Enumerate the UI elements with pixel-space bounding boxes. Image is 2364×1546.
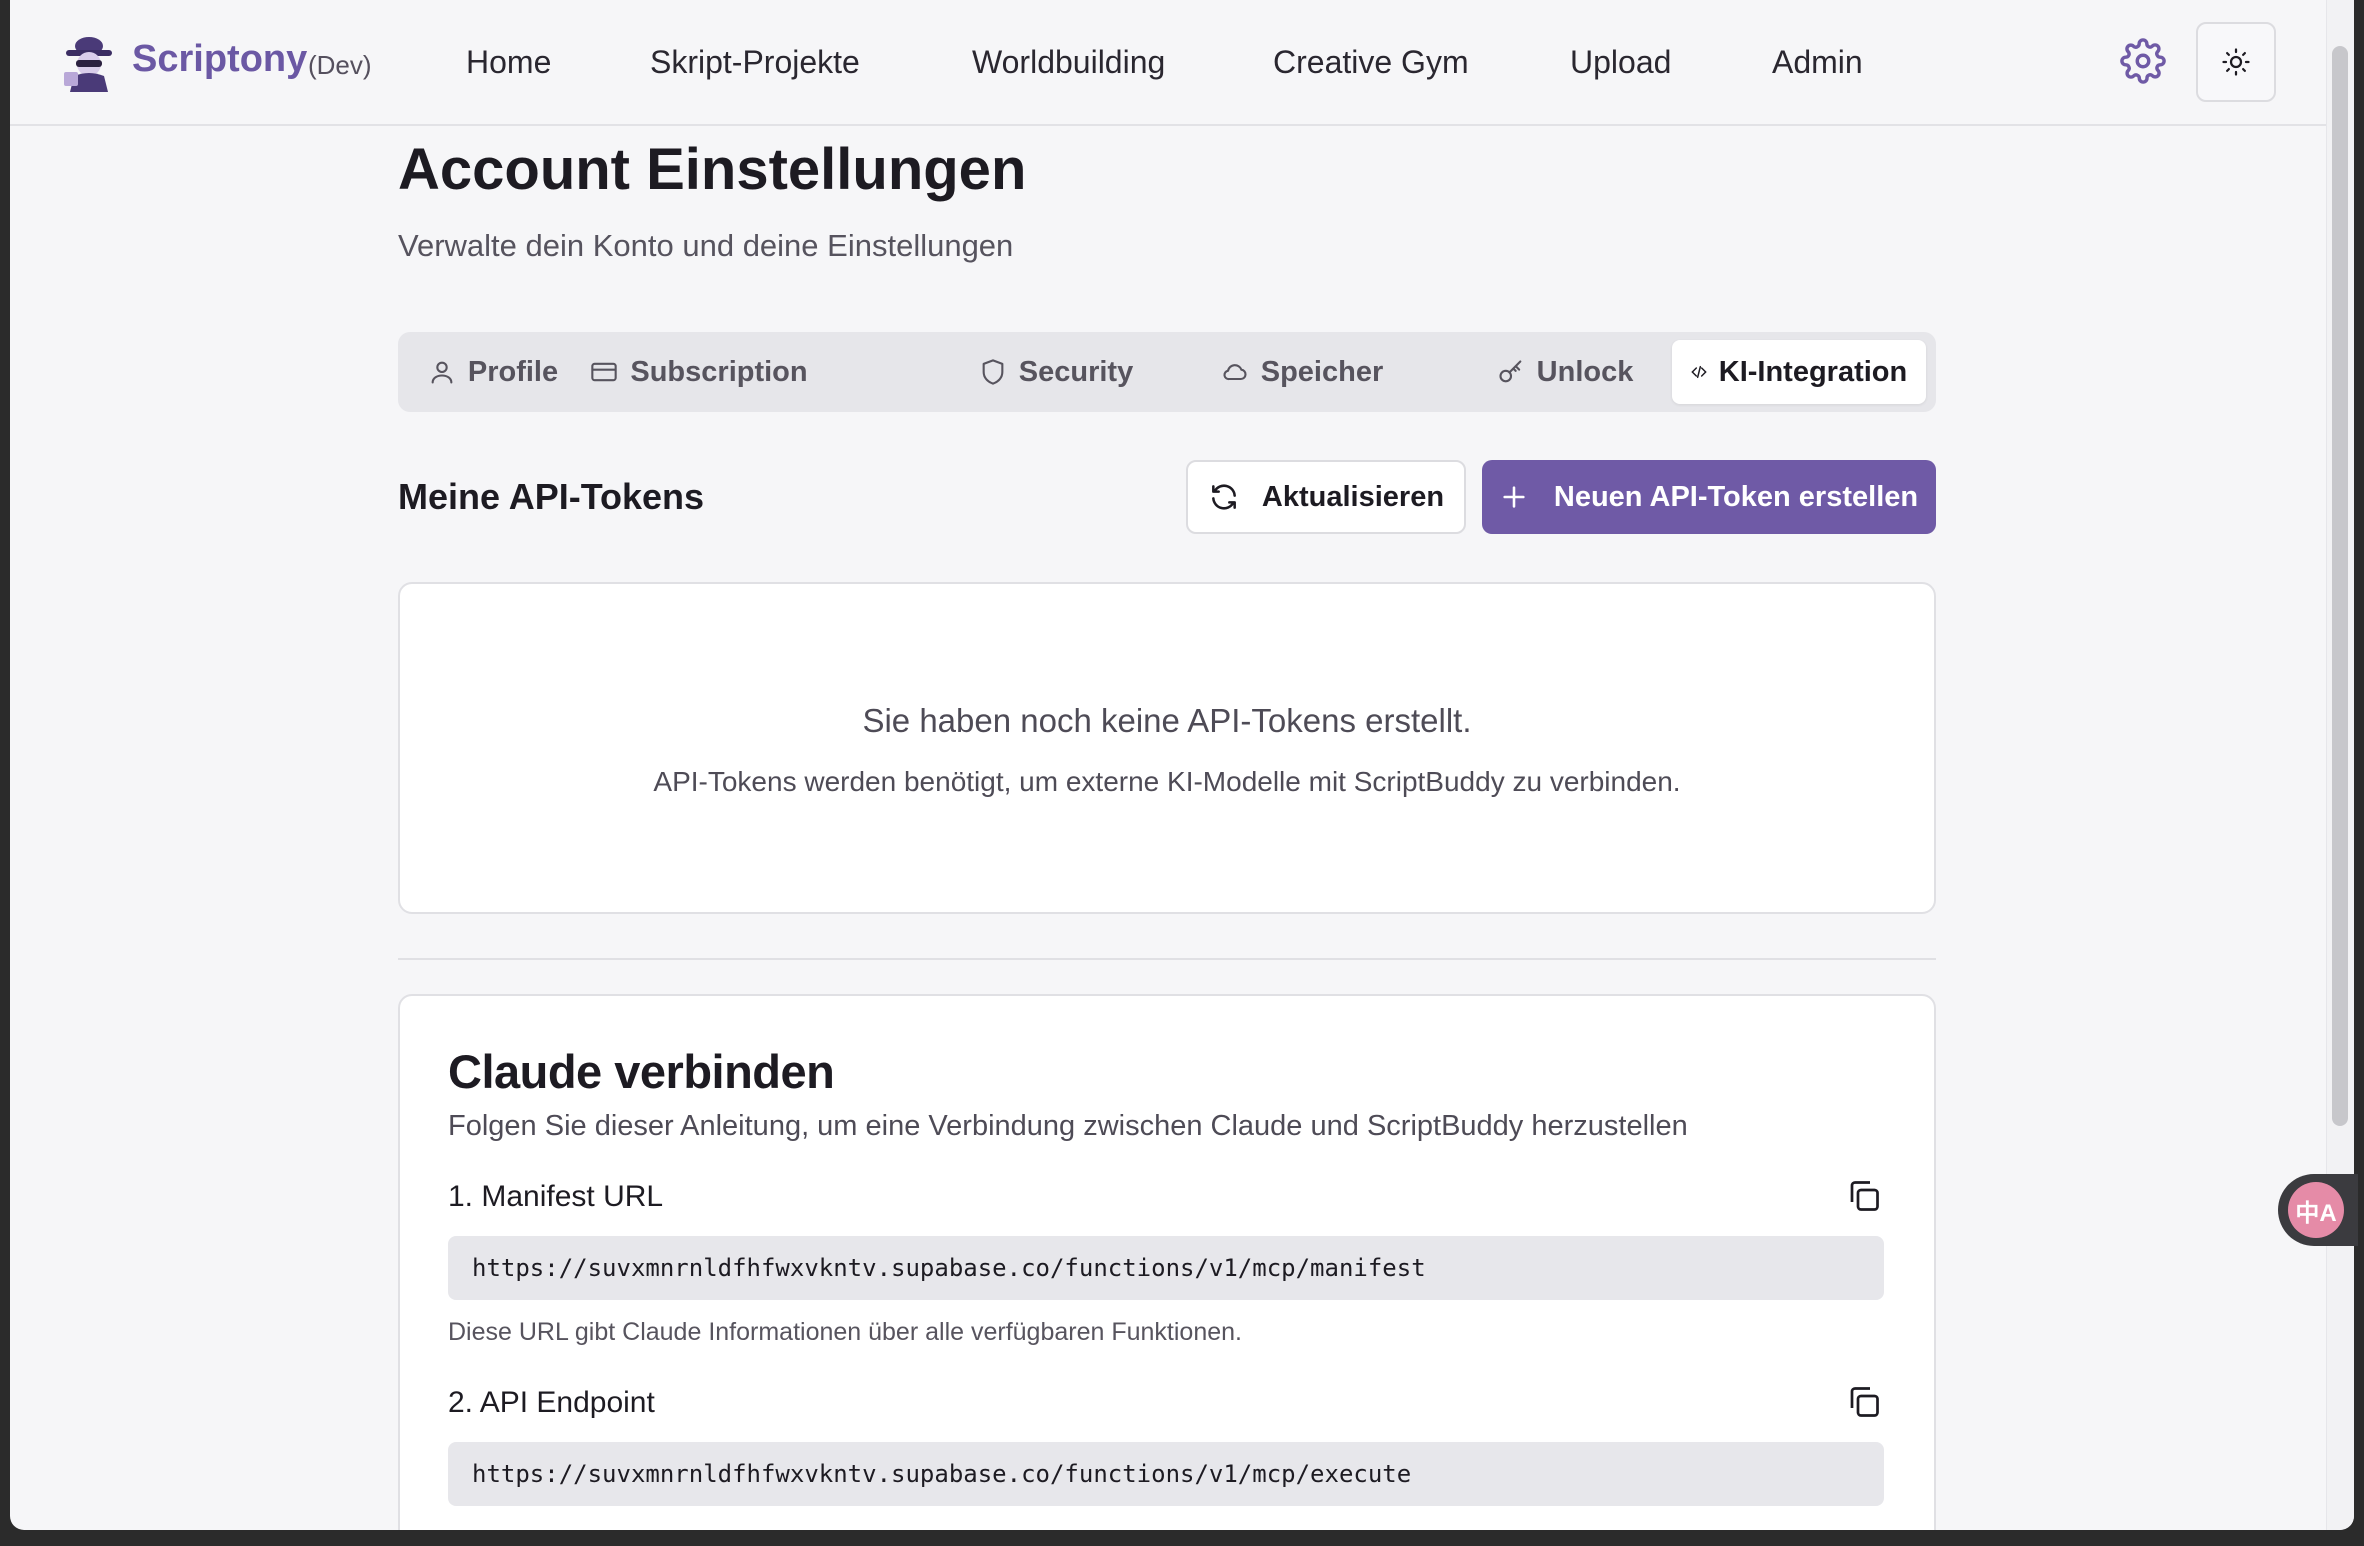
nav-skript-projekte[interactable]: Skript-Projekte [650, 44, 860, 81]
tab-label: Speicher [1260, 355, 1384, 388]
top-navbar: Scriptony (Dev) Home Skript-Projekte Wor… [10, 0, 2354, 126]
refresh-label: Aktualisieren [1261, 480, 1445, 513]
api-tokens-title: Meine API-Tokens [398, 476, 705, 517]
key-icon [1499, 360, 1522, 383]
page-title: Account Einstellungen [398, 137, 1027, 202]
manifest-url-hint: Diese URL gibt Claude Informationen über… [448, 1318, 1242, 1346]
tab-ki-integration[interactable]: KI-Integration [1672, 340, 1926, 404]
scrollbar-thumb[interactable] [2332, 46, 2348, 1126]
claude-card-description: Folgen Sie dieser Anleitung, um eine Ver… [448, 1110, 1688, 1142]
refresh-icon [1211, 484, 1236, 510]
tab-label: Subscription [630, 355, 808, 388]
copy-icon[interactable] [1846, 1384, 1882, 1420]
settings-tabs: Profile Subscription Security Speicher U… [398, 332, 1936, 412]
tab-label: KI-Integration [1718, 355, 1908, 388]
sun-icon [2222, 48, 2250, 76]
page-subtitle: Verwalte dein Konto und deine Einstellun… [398, 228, 1014, 263]
nav-admin[interactable]: Admin [1772, 44, 1863, 81]
section-divider [398, 958, 1936, 960]
spy-logo-icon[interactable] [60, 32, 118, 92]
empty-state-description: API-Tokens werden benötigt, um externe K… [653, 766, 1681, 797]
api-endpoint-label: 2. API Endpoint [448, 1386, 655, 1419]
theme-toggle-button[interactable] [2196, 22, 2276, 102]
manifest-url-label: 1. Manifest URL [448, 1180, 664, 1213]
empty-state-title: Sie haben noch keine API-Tokens erstellt… [862, 702, 1472, 739]
tokens-empty-state: Sie haben noch keine API-Tokens erstellt… [398, 582, 1936, 914]
tab-unlock[interactable]: Unlock [1484, 340, 1646, 404]
shield-icon [982, 359, 1004, 385]
tab-label: Profile [467, 355, 559, 388]
translate-widget[interactable]: 中A [2278, 1174, 2358, 1246]
brand-name[interactable]: Scriptony [132, 38, 307, 81]
copy-icon[interactable] [1846, 1178, 1882, 1214]
claude-card-title: Claude verbinden [448, 1045, 835, 1098]
user-icon [431, 361, 453, 384]
tab-label: Security [1018, 355, 1134, 388]
nav-home[interactable]: Home [466, 44, 551, 81]
translate-icon: 中A [2288, 1182, 2344, 1238]
nav-worldbuilding[interactable]: Worldbuilding [972, 44, 1165, 81]
plus-icon [1503, 486, 1525, 508]
code-icon [1691, 365, 1707, 379]
cloud-icon [1223, 364, 1247, 381]
tab-security[interactable]: Security [966, 340, 1146, 404]
refresh-button[interactable]: Aktualisieren [1186, 460, 1466, 534]
api-endpoint-field[interactable]: https://suvxmnrnldfhfwxvkntv.supabase.co… [448, 1442, 1884, 1506]
app-window: Scriptony (Dev) Home Skript-Projekte Wor… [10, 0, 2354, 1530]
tab-label: Unlock [1536, 355, 1634, 388]
manifest-url-field[interactable]: https://suvxmnrnldfhfwxvkntv.supabase.co… [448, 1236, 1884, 1300]
gear-icon[interactable] [2120, 38, 2166, 84]
tab-profile[interactable]: Profile [418, 340, 568, 404]
nav-upload[interactable]: Upload [1570, 44, 1671, 81]
create-token-label: Neuen API-Token erstellen [1553, 480, 1919, 513]
nav-creative-gym[interactable]: Creative Gym [1273, 44, 1469, 81]
claude-connect-card: Claude verbinden Folgen Sie dieser Anlei… [398, 994, 1936, 1530]
tab-subscription[interactable]: Subscription [584, 340, 814, 404]
tab-speicher[interactable]: Speicher [1210, 340, 1394, 404]
credit-card-icon [591, 362, 618, 382]
create-token-button[interactable]: Neuen API-Token erstellen [1482, 460, 1936, 534]
env-badge: (Dev) [308, 50, 372, 80]
